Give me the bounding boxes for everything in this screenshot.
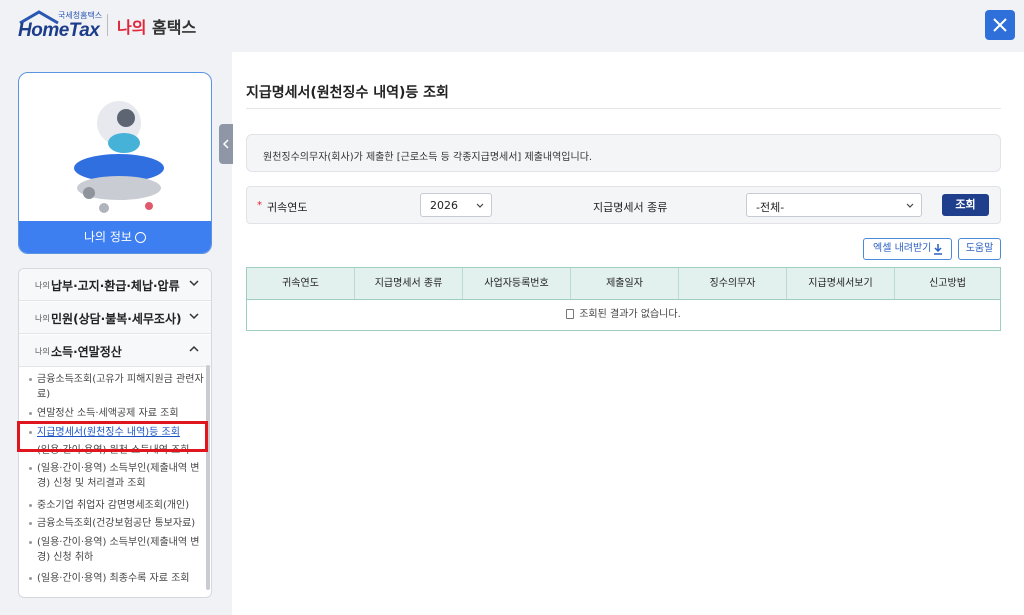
info-notice: 원천징수의무자(회사)가 제출한 [근로소득 등 각종지급명세서] 제출내역입니… <box>246 134 1001 172</box>
chevron-up-icon <box>189 345 199 352</box>
highlight-annotation <box>17 421 208 452</box>
chevron-down-icon <box>906 203 914 208</box>
column-header: 지급명세서 종류 <box>355 268 463 299</box>
statement-type-value: -전체- <box>756 201 785 214</box>
menu-section-civil[interactable]: 나의 민원(상담·불복·세무조사) <box>19 302 211 334</box>
title-divider <box>246 108 1001 109</box>
column-header: 징수의무자 <box>679 268 787 299</box>
empty-result-row: 조회된 결과가 없습니다. <box>247 300 1000 330</box>
submenu-item[interactable]: 연말정산 소득·세액공제 자료 조회 <box>29 406 204 421</box>
page-brand: 나의 홈택스 <box>117 14 196 38</box>
chevron-down-icon <box>189 313 199 320</box>
menu-section-payment[interactable]: 나의 납부·고지·환급·체납·압류 <box>19 269 211 301</box>
profile-card: 나의 정보 <box>18 72 212 254</box>
statement-type-label: 지급명세서 종류 <box>593 201 668 214</box>
section-label: 소득·연말정산 <box>51 345 122 359</box>
logo-text: HomeTax <box>18 20 100 41</box>
menu-scrollbar[interactable] <box>206 365 210 590</box>
brand-accent: 나의 <box>117 18 147 37</box>
top-header: 국세청홈택스 HomeTax 나의 홈택스 <box>0 0 1024 52</box>
help-button[interactable]: 도움말 <box>958 238 1001 260</box>
chevron-down-icon <box>476 203 484 208</box>
submenu-item[interactable]: (일용·간이·용역) 최종수록 자료 조회 <box>29 571 204 586</box>
search-button[interactable]: 조회 <box>942 194 989 216</box>
avatar <box>74 101 164 213</box>
submenu-item[interactable]: 금융소득조회(고유가 피해지원금 관련자료) <box>29 372 204 402</box>
required-mark: * <box>257 200 262 211</box>
section-label: 민원(상담·불복·세무조사) <box>51 312 182 326</box>
section-prefix: 나의 <box>35 281 50 290</box>
column-header: 제출일자 <box>571 268 679 299</box>
year-label: 귀속연도 <box>267 201 308 214</box>
document-icon <box>566 309 575 319</box>
section-prefix: 나의 <box>35 347 50 356</box>
excel-download-label: 엑셀 내려받기 <box>873 243 932 254</box>
hometax-logo[interactable]: 국세청홈택스 HomeTax <box>18 10 108 41</box>
chevron-down-icon <box>189 280 199 287</box>
submenu-item[interactable]: (일용·간이·용역) 소득부인(제출내역 변경) 신청 취하 <box>29 535 204 565</box>
year-value: 2026 <box>430 199 458 212</box>
page-title: 지급명세서(원천징수 내역)등 조회 <box>246 85 449 101</box>
sidebar-collapse-button[interactable] <box>219 124 233 164</box>
close-button[interactable] <box>985 10 1015 40</box>
left-sidebar: 나의 정보 나의 납부·고지·환급·체납·압류 나의 민원(상담·불복·세무조사… <box>0 52 232 615</box>
column-header: 신고방법 <box>929 278 966 289</box>
search-filter-bar: * 귀속연도 2026 지급명세서 종류 -전체- 조회 <box>246 186 1001 224</box>
excel-download-button[interactable]: 엑셀 내려받기 <box>863 238 952 260</box>
download-icon <box>934 244 942 255</box>
submenu-item[interactable]: 금융소득조회(건강보험공단 통보자료) <box>29 516 204 531</box>
brand-rest: 홈택스 <box>146 18 197 37</box>
column-header: 사업자등록번호 <box>463 268 571 299</box>
statement-type-select[interactable]: -전체- <box>746 193 922 217</box>
section-prefix: 나의 <box>35 314 50 323</box>
my-info-label: 나의 정보 <box>84 230 132 244</box>
submenu-item[interactable]: (일용·간이·용역) 소득부인(제출내역 변경) 신청 및 처리결과 조회 <box>29 461 204 491</box>
section-label: 납부·고지·환급·체납·압류 <box>51 279 180 293</box>
empty-message: 조회된 결과가 없습니다. <box>579 309 681 320</box>
submenu-item[interactable]: 중소기업 취업자 감면명세조회(개인) <box>29 498 204 513</box>
my-info-button[interactable]: 나의 정보 <box>19 221 211 253</box>
column-header: 지급명세서보기 <box>787 268 895 299</box>
info-text: 원천징수의무자(회사)가 제출한 [근로소득 등 각종지급명세서] 제출내역입니… <box>263 152 593 163</box>
column-header: 귀속연도 <box>247 268 355 299</box>
close-icon <box>993 18 1007 32</box>
person-icon <box>134 232 146 243</box>
year-select[interactable]: 2026 <box>420 193 492 217</box>
menu-section-income[interactable]: 나의 소득·연말정산 <box>19 335 211 367</box>
results-table: 귀속연도 지급명세서 종류 사업자등록번호 제출일자 징수의무자 지급명세서보기… <box>246 267 1001 331</box>
chevron-left-icon <box>222 139 229 149</box>
header-divider <box>107 14 108 36</box>
table-header: 귀속연도 지급명세서 종류 사업자등록번호 제출일자 징수의무자 지급명세서보기… <box>247 268 1000 300</box>
